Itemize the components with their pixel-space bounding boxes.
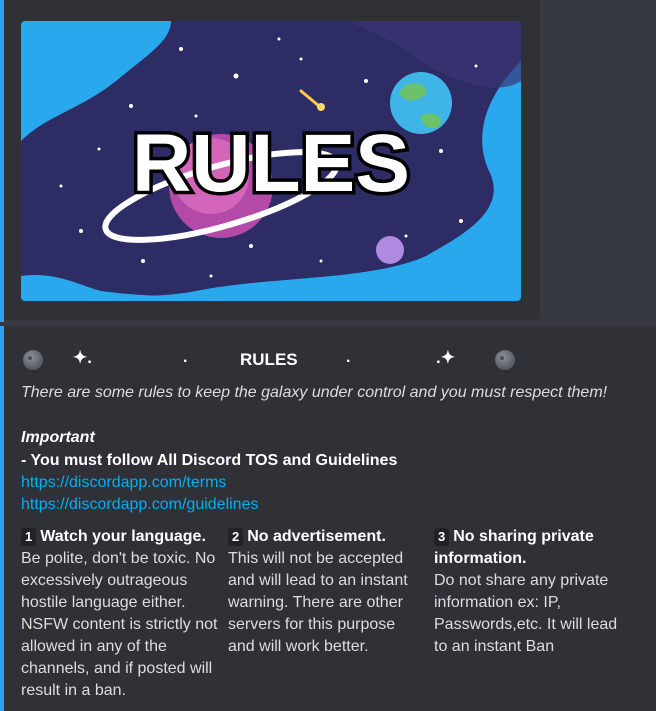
terms-link[interactable]: https://discordapp.com/terms (21, 474, 226, 492)
galaxy-artwork: RULES (21, 21, 521, 301)
rule-title: No sharing private information. (434, 528, 594, 567)
sparkle-icon: ✦. (73, 348, 92, 367)
sparkle-icon: .✦ (436, 348, 455, 367)
dot-separator: . (183, 349, 188, 366)
banner-title: RULES (132, 118, 410, 209)
rule-number: 3 (434, 528, 450, 546)
dot-separator: . (346, 349, 351, 366)
rule-field: 3 No sharing private information. Do not … (434, 526, 634, 658)
rule-number: 1 (21, 528, 37, 546)
rule-title-row: 2 No advertisement. (228, 526, 424, 548)
banner-embed: RULES (4, 0, 540, 320)
important-label: Important (21, 429, 95, 446)
intro-text: There are some rules to keep the galaxy … (21, 384, 608, 401)
rule-title: No advertisement. (247, 528, 386, 545)
rule-field: 1 Watch your language. Be polite, don't b… (21, 526, 219, 702)
moon-icon (23, 350, 43, 370)
rule-title-row: 3 No sharing private information. (434, 526, 634, 570)
rule-body: Be polite, don't be toxic. No excessivel… (21, 550, 218, 699)
guidelines-link[interactable]: https://discordapp.com/guidelines (21, 496, 258, 514)
rules-embed: ✦. . RULES . .✦ There are some rules to … (4, 326, 656, 711)
rule-title: Watch your language. (40, 528, 206, 545)
rule-title-row: 1 Watch your language. (21, 526, 219, 548)
tos-line: - You must follow All Discord TOS and Gu… (21, 452, 398, 469)
rules-banner-image[interactable]: RULES (21, 21, 521, 301)
moon-icon (495, 350, 515, 370)
rule-body: This will not be accepted and will lead … (228, 550, 408, 655)
rule-body: Do not share any private information ex:… (434, 572, 618, 655)
embed-header: ✦. . RULES . .✦ (4, 348, 564, 372)
embed-title: RULES (240, 350, 298, 369)
rule-field: 2 No advertisement. This will not be acce… (228, 526, 424, 658)
rule-number: 2 (228, 528, 244, 546)
